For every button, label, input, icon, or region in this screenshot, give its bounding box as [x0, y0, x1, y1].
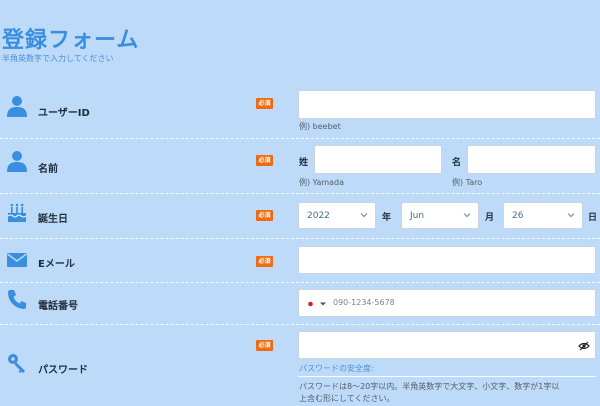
divider	[0, 282, 600, 283]
password-label: パスワード	[38, 365, 88, 376]
first-name-input[interactable]	[467, 145, 596, 174]
divider	[0, 324, 600, 325]
chevron-down-icon	[360, 213, 368, 218]
last-name-input[interactable]	[314, 145, 442, 174]
page-subtitle: 半角英数字で入力してください	[2, 54, 114, 63]
user-icon	[7, 96, 27, 117]
key-icon	[8, 354, 25, 373]
birth-year-select[interactable]: 2022	[298, 202, 376, 229]
phone-placeholder: 090-1234-5678	[333, 298, 395, 307]
first-name-hint: 例) Taro	[452, 178, 483, 187]
userid-label: ユーザーID	[38, 108, 90, 119]
phone-icon	[8, 290, 26, 309]
chevron-down-icon	[567, 213, 575, 218]
name-label: 名前	[38, 164, 58, 175]
password-strength-label: パスワードの安全度:	[299, 364, 374, 373]
birth-month-select[interactable]: Jun	[401, 202, 479, 229]
phone-label: 電話番号	[38, 301, 78, 312]
required-badge: 必須	[256, 155, 273, 166]
page-title: 登録フォーム	[2, 28, 140, 53]
birthday-cake-icon	[7, 203, 27, 222]
password-help: パスワードは8〜20字以内。半角英数字で大文字、小文字、数字が1字以	[299, 382, 560, 391]
mail-icon	[7, 253, 27, 267]
required-badge: 必須	[256, 256, 273, 267]
first-name-label: 名	[452, 158, 462, 168]
japan-flag-icon[interactable]	[305, 299, 331, 309]
birth-day-select[interactable]: 26	[503, 202, 583, 229]
birth-month-value: Jun	[410, 211, 425, 221]
password-help-2: 上含む形にしてください。	[299, 394, 395, 403]
password-input[interactable]	[298, 331, 596, 359]
required-badge: 必須	[256, 210, 273, 221]
last-name-label: 姓	[299, 158, 309, 168]
month-unit: 月	[485, 213, 495, 223]
required-badge: 必須	[256, 340, 273, 351]
userid-hint: 例) beebet	[299, 122, 341, 131]
divider	[0, 138, 600, 139]
divider	[0, 238, 600, 239]
chevron-down-icon	[463, 213, 471, 218]
birth-day-value: 26	[512, 211, 524, 221]
strength-divider	[298, 376, 596, 377]
email-label: Eメール	[38, 259, 75, 270]
year-unit: 年	[382, 213, 392, 223]
user-icon	[7, 151, 27, 172]
birthday-label: 誕生日	[38, 214, 68, 225]
required-badge: 必須	[256, 98, 273, 109]
birth-year-value: 2022	[307, 211, 330, 221]
last-name-hint: 例) Yamada	[299, 178, 345, 187]
userid-input[interactable]	[298, 90, 596, 119]
eye-slash-icon[interactable]	[578, 341, 590, 351]
day-unit: 日	[588, 213, 598, 223]
phone-input[interactable]: 090-1234-5678	[298, 289, 596, 317]
divider	[0, 193, 600, 194]
email-input[interactable]	[298, 246, 596, 274]
